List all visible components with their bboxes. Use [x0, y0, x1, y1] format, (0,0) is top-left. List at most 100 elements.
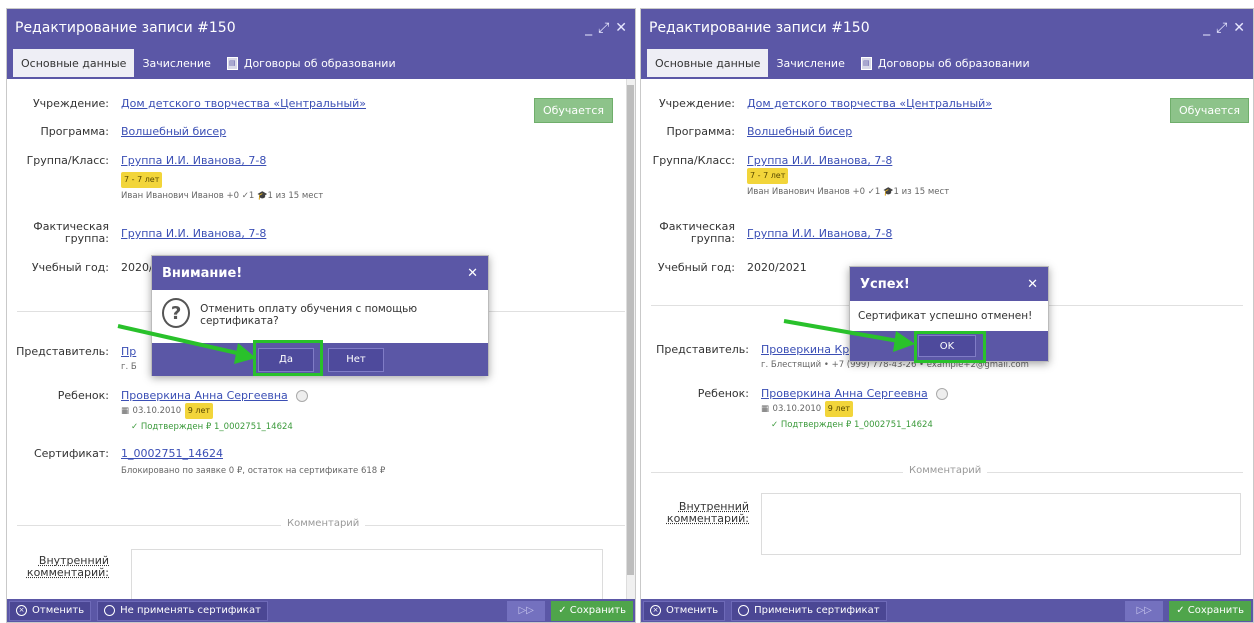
no-certificate-button[interactable]: Не применять сертификат [97, 600, 268, 621]
cancel-button[interactable]: × Отменить [9, 600, 92, 621]
child-age-badge: 9 лет [824, 401, 854, 417]
program-link[interactable]: Волшебный бисер [121, 125, 226, 139]
representative-row: Представитель: Пр г. Б [15, 345, 137, 374]
institution-link[interactable]: Дом детского творчества «Центральный» [121, 97, 366, 111]
certificate-label: Сертификат: [33, 447, 109, 460]
scrollbar-thumb[interactable] [627, 85, 634, 575]
cancel-icon: × [16, 605, 27, 616]
group-label: Группа/Класс: [652, 154, 735, 167]
window-titlebar: Редактирование записи #150 _ ⤢ ✕ [641, 9, 1253, 46]
success-dialog-title: Успех! [860, 276, 910, 292]
window-title: Редактирование записи #150 [15, 19, 236, 36]
tab-main-data[interactable]: Основные данные [647, 49, 769, 77]
child-row: Ребенок: Проверкина Анна Сергеевна ▦ 03.… [15, 389, 308, 434]
tab-contracts-label: Договоры об образовании [877, 56, 1030, 70]
tab-enrollment[interactable]: Зачисление [768, 49, 852, 77]
maximize-icon[interactable]: ⤢ [598, 20, 609, 36]
internal-comment-textarea[interactable] [761, 493, 1241, 555]
save-button[interactable]: ✓ Сохранить [1169, 600, 1251, 621]
year-value: 2020/2021 [747, 261, 807, 274]
document-icon: ▤ [226, 56, 238, 70]
window-titlebar: Редактирование записи #150 _ ⤢ ✕ [7, 9, 635, 46]
highlight-ok-button [914, 331, 986, 363]
year-row: Учебный год: 2020/ [15, 261, 153, 275]
year-label: Учебный год: [657, 261, 735, 274]
tab-bar: Основные данные Зачисление ▤ Договоры об … [7, 46, 635, 79]
close-icon[interactable]: ✕ [615, 20, 627, 36]
group-link[interactable]: Группа И.И. Иванова, 7-8 [747, 154, 892, 167]
teacher-info: Иван Иванович Иванов +0 ✓1 🎓1 из 15 мест [747, 187, 950, 197]
copy-icon[interactable] [295, 390, 308, 402]
circle-icon [738, 605, 750, 616]
arrow-icon [783, 319, 915, 352]
cancel-button[interactable]: × Отменить [643, 600, 726, 621]
group-label: Группа/Класс: [26, 154, 109, 167]
institution-row: Учреждение: Дом детского творчества «Цен… [641, 97, 992, 111]
dialog-close-icon[interactable]: ✕ [467, 266, 478, 281]
window-title: Редактирование записи #150 [649, 19, 870, 36]
program-link[interactable]: Волшебный бисер [747, 125, 852, 139]
child-confirm: ✓ Подтвержден ₽ 1_0002751_14624 [131, 422, 293, 432]
child-row: Ребенок: Проверкина Анна Сергеевна ▦ 03.… [641, 387, 948, 432]
dialog-close-icon[interactable]: ✕ [1027, 277, 1038, 292]
question-icon: ? [162, 298, 191, 328]
scrollbar[interactable] [626, 79, 635, 601]
institution-row: Учреждение: Дом детского творчества «Цен… [15, 97, 366, 111]
actual-group-label: Фактическая группа: [659, 220, 735, 245]
institution-label: Учреждение: [32, 97, 109, 110]
child-age-badge: 9 лет [184, 403, 214, 419]
internal-comment-label: Внутренний комментарий: [26, 554, 109, 579]
certificate-info: Блокировано по заявке 0 ₽, остаток на се… [121, 466, 386, 476]
next-button[interactable]: ▷▷ [507, 600, 546, 621]
representative-link[interactable]: Пр [121, 345, 136, 358]
representative-label: Представитель: [16, 345, 109, 358]
actual-group-link[interactable]: Группа И.И. Иванова, 7-8 [747, 227, 892, 241]
group-link[interactable]: Группа И.И. Иванова, 7-8 [121, 154, 266, 167]
year-label: Учебный год: [31, 261, 109, 274]
program-label: Программа: [666, 125, 735, 138]
copy-icon[interactable] [935, 388, 948, 400]
comment-section-title: Комментарий [281, 518, 366, 529]
child-link[interactable]: Проверкина Анна Сергеевна [121, 389, 288, 402]
age-badge: 7 - 7 лет [747, 168, 789, 184]
internal-comment-textarea[interactable] [131, 549, 603, 601]
calendar-icon: ▦ [761, 404, 770, 414]
tab-enrollment[interactable]: Зачисление [134, 49, 218, 77]
status-button[interactable]: Обучается [1169, 98, 1249, 123]
certificate-link[interactable]: 1_0002751_14624 [121, 447, 223, 460]
child-label: Ребенок: [57, 389, 109, 402]
program-label: Программа: [40, 125, 109, 138]
tab-contracts-label: Договоры об образовании [243, 56, 396, 70]
calendar-icon: ▦ [121, 406, 130, 416]
apply-certificate-button[interactable]: Применить сертификат [731, 600, 887, 621]
save-button[interactable]: ✓ Сохранить [551, 600, 633, 621]
actual-group-link[interactable]: Группа И.И. Иванова, 7-8 [121, 227, 266, 241]
circle-icon [104, 605, 116, 616]
maximize-icon[interactable]: ⤢ [1216, 20, 1227, 36]
success-dialog-header: Успех! ✕ [850, 267, 1048, 301]
actual-group-label: Фактическая группа: [33, 220, 109, 245]
tab-main-data[interactable]: Основные данные [13, 49, 135, 77]
minimize-icon[interactable]: _ [1203, 20, 1210, 36]
program-row: Программа: Волшебный бисер [15, 125, 226, 139]
footer-toolbar: × Отменить Применить сертификат ▷▷ ✓ Сохр… [641, 599, 1253, 622]
internal-comment-row: Внутренний комментарий: [641, 501, 761, 525]
child-dob: 03.10.2010 [772, 404, 822, 414]
minimize-icon[interactable]: _ [585, 20, 592, 36]
close-icon[interactable]: ✕ [1233, 20, 1245, 36]
tab-bar: Основные данные Зачисление ▤ Договоры об … [641, 46, 1253, 79]
actual-group-row: Фактическая группа: Группа И.И. Иванова,… [641, 221, 892, 245]
child-label: Ребенок: [697, 387, 749, 400]
institution-link[interactable]: Дом детского творчества «Центральный» [747, 97, 992, 111]
representative-link[interactable]: Проверкина Кри [761, 343, 856, 356]
child-link[interactable]: Проверкина Анна Сергеевна [761, 387, 928, 400]
teacher-info: Иван Иванович Иванов +0 ✓1 🎓1 из 15 мест [121, 191, 324, 201]
confirm-dialog-title: Внимание! [162, 265, 243, 281]
comment-section-title: Комментарий [903, 465, 988, 476]
status-button[interactable]: Обучается [533, 98, 613, 123]
tab-contracts[interactable]: ▤ Договоры об образовании [219, 49, 404, 77]
tab-contracts[interactable]: ▤ Договоры об образовании [853, 49, 1038, 77]
next-button[interactable]: ▷▷ [1125, 600, 1164, 621]
no-button[interactable]: Нет [328, 347, 384, 372]
highlight-yes-button [253, 340, 323, 376]
